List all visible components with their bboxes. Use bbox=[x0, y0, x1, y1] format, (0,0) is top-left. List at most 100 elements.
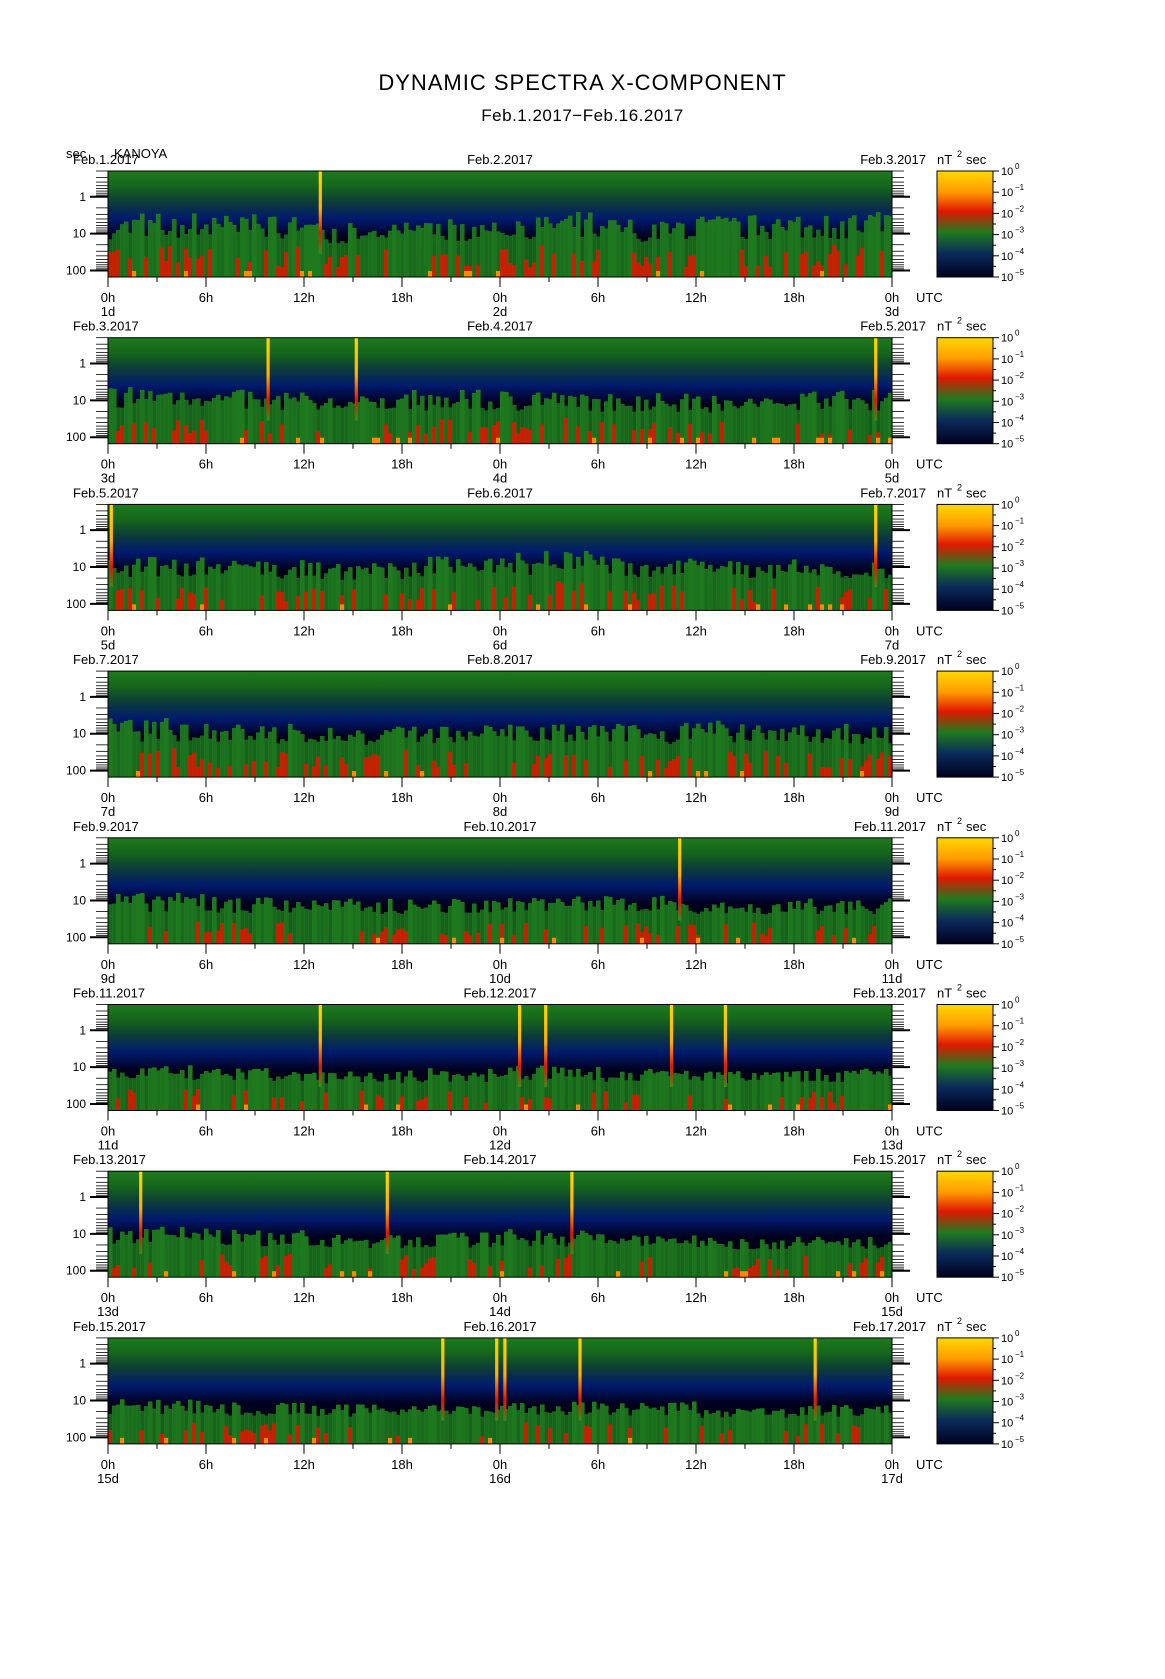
activity-column bbox=[140, 213, 145, 277]
activity-column bbox=[504, 907, 509, 944]
power-peak-patch bbox=[768, 1104, 773, 1111]
power-peak-patch bbox=[836, 1271, 841, 1278]
activity-column bbox=[112, 1405, 117, 1444]
power-patch bbox=[340, 757, 345, 778]
x-tick-label: 0h bbox=[101, 1124, 115, 1139]
power-peak-patch bbox=[736, 937, 741, 944]
power-patch bbox=[672, 585, 677, 611]
activity-column bbox=[584, 219, 589, 277]
activity-column bbox=[124, 1076, 129, 1111]
activity-column bbox=[660, 731, 665, 778]
power-peak-patch bbox=[312, 1437, 317, 1444]
power-patch bbox=[640, 428, 645, 444]
activity-column bbox=[688, 558, 693, 611]
activity-column bbox=[824, 905, 829, 944]
power-peak-patch bbox=[164, 1271, 169, 1278]
activity-column bbox=[740, 724, 745, 778]
power-patch bbox=[512, 935, 517, 944]
power-patch bbox=[880, 752, 885, 778]
power-patch bbox=[680, 591, 685, 611]
x-tick-label: 12h bbox=[685, 623, 707, 638]
activity-column bbox=[360, 1240, 365, 1278]
activity-column bbox=[740, 907, 745, 944]
power-patch bbox=[836, 1433, 841, 1444]
power-patch bbox=[764, 751, 769, 778]
activity-column bbox=[520, 902, 525, 944]
x-tick-label: 18h bbox=[783, 457, 805, 472]
activity-column bbox=[124, 1235, 129, 1278]
activity-column bbox=[176, 1073, 181, 1111]
activity-column bbox=[356, 1076, 361, 1111]
activity-column bbox=[468, 731, 473, 778]
power-patch bbox=[544, 758, 549, 778]
power-patch bbox=[608, 1424, 613, 1444]
activity-column bbox=[856, 1239, 861, 1278]
colorbar-tick-exponent: −4 bbox=[1015, 1414, 1025, 1423]
panel-left-date: Feb.9.2017 bbox=[73, 819, 139, 834]
power-patch bbox=[632, 1094, 637, 1111]
power-patch bbox=[740, 599, 745, 611]
power-patch bbox=[172, 430, 177, 444]
colorbar-tick-base: 10 bbox=[1001, 1106, 1013, 1118]
x-tick-label: 0h bbox=[493, 957, 507, 972]
power-patch bbox=[260, 421, 265, 444]
panel-right-date: Feb.9.2017 bbox=[860, 652, 926, 667]
activity-column bbox=[452, 899, 457, 944]
power-patch bbox=[692, 925, 697, 944]
power-patch bbox=[772, 588, 777, 611]
day-end-label: 9d bbox=[885, 804, 899, 819]
power-patch bbox=[312, 766, 317, 778]
activity-column bbox=[348, 223, 353, 277]
power-patch bbox=[404, 1255, 409, 1278]
activity-column bbox=[320, 736, 325, 778]
activity-column bbox=[264, 897, 269, 944]
activity-column bbox=[252, 1234, 257, 1278]
colorbar-tick-exponent: −4 bbox=[1015, 1247, 1025, 1256]
activity-column bbox=[784, 911, 789, 944]
power-peak-patch bbox=[308, 271, 313, 277]
activity-column bbox=[472, 1406, 477, 1444]
y-tick-label: 1 bbox=[79, 690, 86, 704]
activity-column bbox=[836, 728, 841, 778]
power-patch bbox=[588, 431, 593, 444]
activity-column bbox=[772, 403, 777, 444]
activity-column bbox=[644, 564, 649, 611]
panel-left-date: Feb.5.2017 bbox=[73, 485, 139, 500]
power-patch bbox=[476, 932, 481, 944]
power-patch bbox=[248, 1430, 253, 1444]
power-patch bbox=[844, 264, 849, 277]
x-tick-label: 0h bbox=[885, 623, 899, 638]
activity-column bbox=[412, 1077, 417, 1111]
power-peak-patch bbox=[200, 604, 205, 611]
activity-column bbox=[156, 213, 161, 277]
x-tick-label: 18h bbox=[391, 1124, 413, 1139]
activity-column bbox=[200, 557, 205, 611]
power-peak-patch bbox=[696, 437, 701, 444]
activity-column bbox=[540, 563, 545, 611]
activity-column bbox=[692, 728, 697, 778]
activity-column bbox=[160, 394, 165, 444]
power-patch bbox=[264, 1255, 269, 1278]
power-patch bbox=[752, 601, 757, 611]
activity-column bbox=[460, 223, 465, 277]
activity-column bbox=[712, 571, 717, 611]
activity-column bbox=[164, 1234, 169, 1278]
power-patch bbox=[512, 762, 517, 778]
broadband-spike bbox=[723, 1004, 727, 1088]
activity-column bbox=[168, 569, 173, 611]
activity-column bbox=[268, 731, 273, 778]
power-patch bbox=[484, 427, 489, 444]
power-patch bbox=[164, 931, 169, 944]
power-patch bbox=[528, 1099, 533, 1111]
activity-column bbox=[540, 1404, 545, 1444]
power-patch bbox=[180, 587, 185, 611]
activity-column bbox=[304, 395, 309, 444]
power-peak-patch bbox=[136, 771, 141, 778]
activity-column bbox=[656, 1236, 661, 1278]
power-patch bbox=[736, 1267, 741, 1278]
power-patch bbox=[784, 1431, 789, 1444]
power-patch bbox=[464, 931, 469, 944]
broadband-spike bbox=[678, 837, 682, 921]
colorbar-tick-exponent: −4 bbox=[1015, 1080, 1025, 1089]
power-patch bbox=[252, 1433, 257, 1444]
